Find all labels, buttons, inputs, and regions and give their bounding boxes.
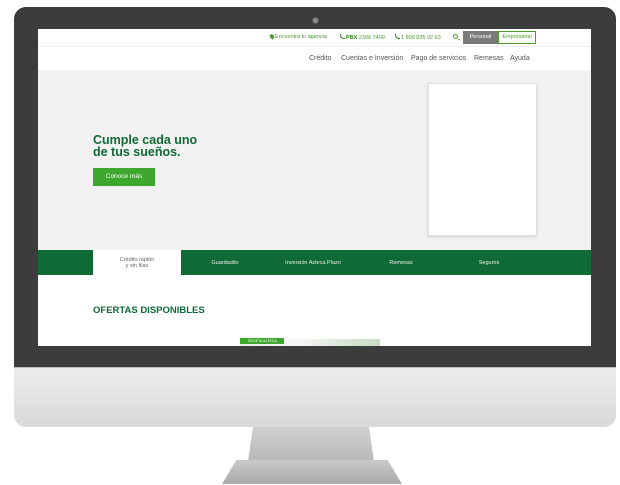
tab-remesas[interactable]: Remesas bbox=[357, 250, 445, 275]
monitor-stand-neck bbox=[248, 427, 374, 461]
utility-bar: Encuentra tu agencia PBX 2306 7400 1 800… bbox=[38, 29, 591, 46]
monitor-chin bbox=[14, 367, 616, 427]
pbx-phone[interactable]: PBX 2306 7400 bbox=[340, 34, 385, 41]
toll-free-phone[interactable]: 1 800 835 02 63 bbox=[395, 34, 441, 41]
nav-credito[interactable]: Crédito bbox=[309, 55, 332, 62]
nav-pago-servicios[interactable]: Pago de servicios bbox=[411, 55, 466, 62]
nav-remesas[interactable]: Remesas bbox=[474, 55, 504, 62]
search-icon[interactable] bbox=[453, 34, 458, 39]
tab-guardadito[interactable]: Guardadito bbox=[181, 250, 269, 275]
segment-personal[interactable]: Personal bbox=[463, 31, 498, 44]
tab-credito-rapido[interactable]: Crédito rápido y sin filas bbox=[93, 250, 181, 275]
tab-inversion-azteca-plazo[interactable]: Inversión Azteca Plazo bbox=[269, 250, 357, 275]
webcam-icon bbox=[312, 17, 319, 24]
nav-cuentas-inversion[interactable]: Cuentas e Inversión bbox=[341, 55, 403, 62]
phone-icon bbox=[340, 34, 345, 39]
hero-cta-button[interactable]: Conoce más bbox=[93, 168, 155, 186]
offer-badge: TARJETA AZTECA bbox=[240, 338, 284, 344]
hero-promo-card bbox=[428, 83, 537, 236]
website-screen: Encuentra tu agencia PBX 2306 7400 1 800… bbox=[38, 29, 591, 346]
main-nav: Crédito Cuentas e Inversión Pago de serv… bbox=[38, 46, 591, 70]
desktop-mockup: Encuentra tu agencia PBX 2306 7400 1 800… bbox=[0, 0, 620, 485]
monitor-stand-base bbox=[222, 460, 402, 484]
offers-title: OFERTAS DISPONIBLES bbox=[93, 305, 205, 316]
product-tabs: Crédito rápido y sin filas Guardadito Inv… bbox=[38, 250, 591, 275]
segment-empresarial[interactable]: Empresarial bbox=[498, 31, 536, 44]
hero-title: Cumple cada uno de tus sueños. bbox=[93, 133, 198, 159]
phone-icon bbox=[395, 34, 400, 39]
tab-seguros[interactable]: Seguros bbox=[445, 250, 533, 275]
agency-link[interactable]: Encuentra tu agencia bbox=[268, 33, 327, 40]
nav-ayuda[interactable]: Ayuda bbox=[510, 55, 530, 62]
